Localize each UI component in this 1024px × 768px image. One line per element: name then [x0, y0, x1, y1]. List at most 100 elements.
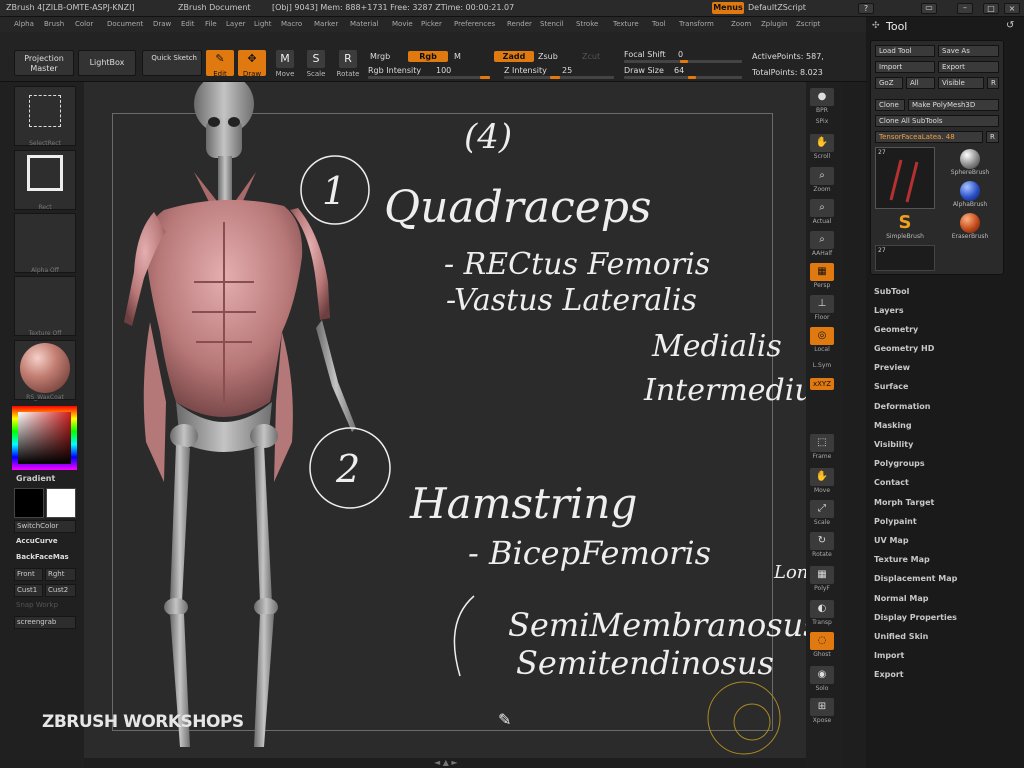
clone-all-subtools-button[interactable]: Clone All SubTools: [875, 115, 999, 127]
anatomy-figure[interactable]: [84, 82, 384, 758]
visible-button[interactable]: Visible: [938, 77, 984, 89]
zcut-button[interactable]: Zcut: [582, 52, 600, 61]
scale-view-button[interactable]: ⤢ Scale: [808, 500, 836, 530]
brush-selector[interactable]: Rect: [14, 150, 76, 211]
goz-button[interactable]: GoZ: [875, 77, 903, 89]
sphere-brush-item[interactable]: SphereBrush: [941, 149, 999, 176]
draw-button[interactable]: ✥ Draw: [238, 50, 266, 78]
menu-zscript[interactable]: Zscript: [796, 20, 820, 28]
eraser-brush-item[interactable]: EraserBrush: [941, 213, 999, 240]
primary-color-swatch[interactable]: [46, 488, 76, 518]
transp-button[interactable]: ◐ Transp: [808, 600, 836, 630]
section-layers[interactable]: Layers: [874, 306, 904, 315]
lightbox-button[interactable]: LightBox: [78, 50, 136, 76]
menus-button[interactable]: Menus: [712, 2, 744, 14]
actual-button[interactable]: ⌕ Actual: [808, 199, 836, 229]
menu-file[interactable]: File: [205, 20, 217, 28]
default-zscript-label[interactable]: DefaultZScript: [748, 3, 806, 12]
menu-transform[interactable]: Transform: [679, 20, 714, 28]
clone-button[interactable]: Clone: [875, 99, 905, 111]
close-icon[interactable]: ×: [1004, 3, 1020, 14]
load-tool-button[interactable]: Load Tool: [875, 45, 935, 57]
stroke-selector[interactable]: SelectRect: [14, 86, 76, 147]
switch-color-button[interactable]: SwitchColor: [14, 520, 76, 533]
menu-stroke[interactable]: Stroke: [576, 20, 598, 28]
menu-brush[interactable]: Brush: [44, 20, 64, 28]
move-button[interactable]: M Move: [272, 50, 298, 78]
draw-size-slider[interactable]: [624, 76, 742, 79]
palette-toggle-icon[interactable]: ▭: [921, 3, 937, 14]
floor-button[interactable]: ⊥ Floor: [808, 295, 836, 325]
aahalf-button[interactable]: ⌕ AAHalf: [808, 231, 836, 261]
move-view-button[interactable]: ✋ Move: [808, 468, 836, 498]
frame-button[interactable]: ⬚ Frame: [808, 434, 836, 464]
backfacemask-button[interactable]: BackFaceMas: [14, 552, 76, 565]
alpha-brush-item[interactable]: AlphaBrush: [941, 181, 999, 208]
cust1-button[interactable]: Cust1: [14, 584, 43, 597]
simple-brush-item[interactable]: S SimpleBrush: [875, 213, 935, 241]
menu-stencil[interactable]: Stencil: [540, 20, 564, 28]
menu-zplugin[interactable]: Zplugin: [761, 20, 787, 28]
menu-light[interactable]: Light: [254, 20, 271, 28]
section-morph-target[interactable]: Morph Target: [874, 498, 934, 507]
menu-texture[interactable]: Texture: [613, 20, 639, 28]
snap-workplane-button[interactable]: Snap Workp: [14, 600, 76, 613]
section-polypaint[interactable]: Polypaint: [874, 517, 917, 526]
section-displacement-map[interactable]: Displacement Map: [874, 574, 957, 583]
menu-alpha[interactable]: Alpha: [14, 20, 34, 28]
section-subtool[interactable]: SubTool: [874, 287, 909, 296]
menu-movie[interactable]: Movie: [392, 20, 413, 28]
scroll-arrows-icon[interactable]: ◄ ▲ ►: [434, 758, 458, 767]
accucurve-button[interactable]: AccuCurve: [14, 536, 76, 549]
menu-preferences[interactable]: Preferences: [454, 20, 495, 28]
edit-button[interactable]: ✎ Edit: [206, 50, 234, 78]
export-button[interactable]: Export: [938, 61, 999, 73]
menu-marker[interactable]: Marker: [314, 20, 338, 28]
cust2-button[interactable]: Cust2: [45, 584, 76, 597]
tool-thumbnail-2[interactable]: 27: [875, 245, 935, 271]
solo-button[interactable]: ◉ Solo: [808, 666, 836, 696]
xpose-button[interactable]: ⊞ Xpose: [808, 698, 836, 728]
menu-document[interactable]: Document: [107, 20, 143, 28]
maximize-icon[interactable]: □: [983, 3, 999, 14]
menu-tool[interactable]: Tool: [652, 20, 666, 28]
menu-macro[interactable]: Macro: [281, 20, 302, 28]
section-deformation[interactable]: Deformation: [874, 402, 930, 411]
current-tool-r-button[interactable]: R: [986, 131, 999, 143]
local-button[interactable]: ◎ Local: [808, 327, 836, 357]
menu-color[interactable]: Color: [75, 20, 93, 28]
save-as-button[interactable]: Save As: [938, 45, 999, 57]
section-surface[interactable]: Surface: [874, 382, 908, 391]
rotate-view-button[interactable]: ↻ Rotate: [808, 532, 836, 562]
all-button[interactable]: All: [906, 77, 935, 89]
import-button[interactable]: Import: [875, 61, 935, 73]
document-canvas[interactable]: (4) 1 Quadraceps - RECtus Femoris -Vastu…: [42, 82, 806, 767]
scale-button[interactable]: S Scale: [303, 50, 329, 78]
section-preview[interactable]: Preview: [874, 363, 910, 372]
scroll-button[interactable]: ✋ Scroll: [808, 134, 836, 164]
section-geometry-hd[interactable]: Geometry HD: [874, 344, 934, 353]
make-polymesh-button[interactable]: Make PolyMesh3D: [908, 99, 999, 111]
section-normal-map[interactable]: Normal Map: [874, 594, 928, 603]
zsub-button[interactable]: Zsub: [538, 52, 558, 61]
menu-render[interactable]: Render: [507, 20, 532, 28]
right-button[interactable]: Rght: [45, 568, 76, 581]
texture-selector[interactable]: Texture Off: [14, 276, 76, 337]
tool-palette-title[interactable]: Tool: [886, 20, 907, 33]
menu-zoom[interactable]: Zoom: [731, 20, 751, 28]
polyf-button[interactable]: ▦ PolyF: [808, 566, 836, 596]
projection-master-button[interactable]: Projection Master: [14, 50, 74, 76]
screengrab-button[interactable]: screengrab: [14, 616, 76, 629]
alpha-selector[interactable]: Alpha Off: [14, 213, 76, 274]
menu-picker[interactable]: Picker: [421, 20, 442, 28]
section-visibility[interactable]: Visibility: [874, 440, 913, 449]
zadd-button[interactable]: Zadd: [494, 51, 534, 62]
m-button[interactable]: M: [454, 52, 461, 61]
quick-sketch-button[interactable]: Quick Sketch: [142, 50, 202, 76]
section-display-properties[interactable]: Display Properties: [874, 613, 957, 622]
help-icon[interactable]: ?: [858, 3, 874, 14]
section-geometry[interactable]: Geometry: [874, 325, 918, 334]
section-import[interactable]: Import: [874, 651, 904, 660]
section-texture-map[interactable]: Texture Map: [874, 555, 930, 564]
menu-draw[interactable]: Draw: [153, 20, 171, 28]
